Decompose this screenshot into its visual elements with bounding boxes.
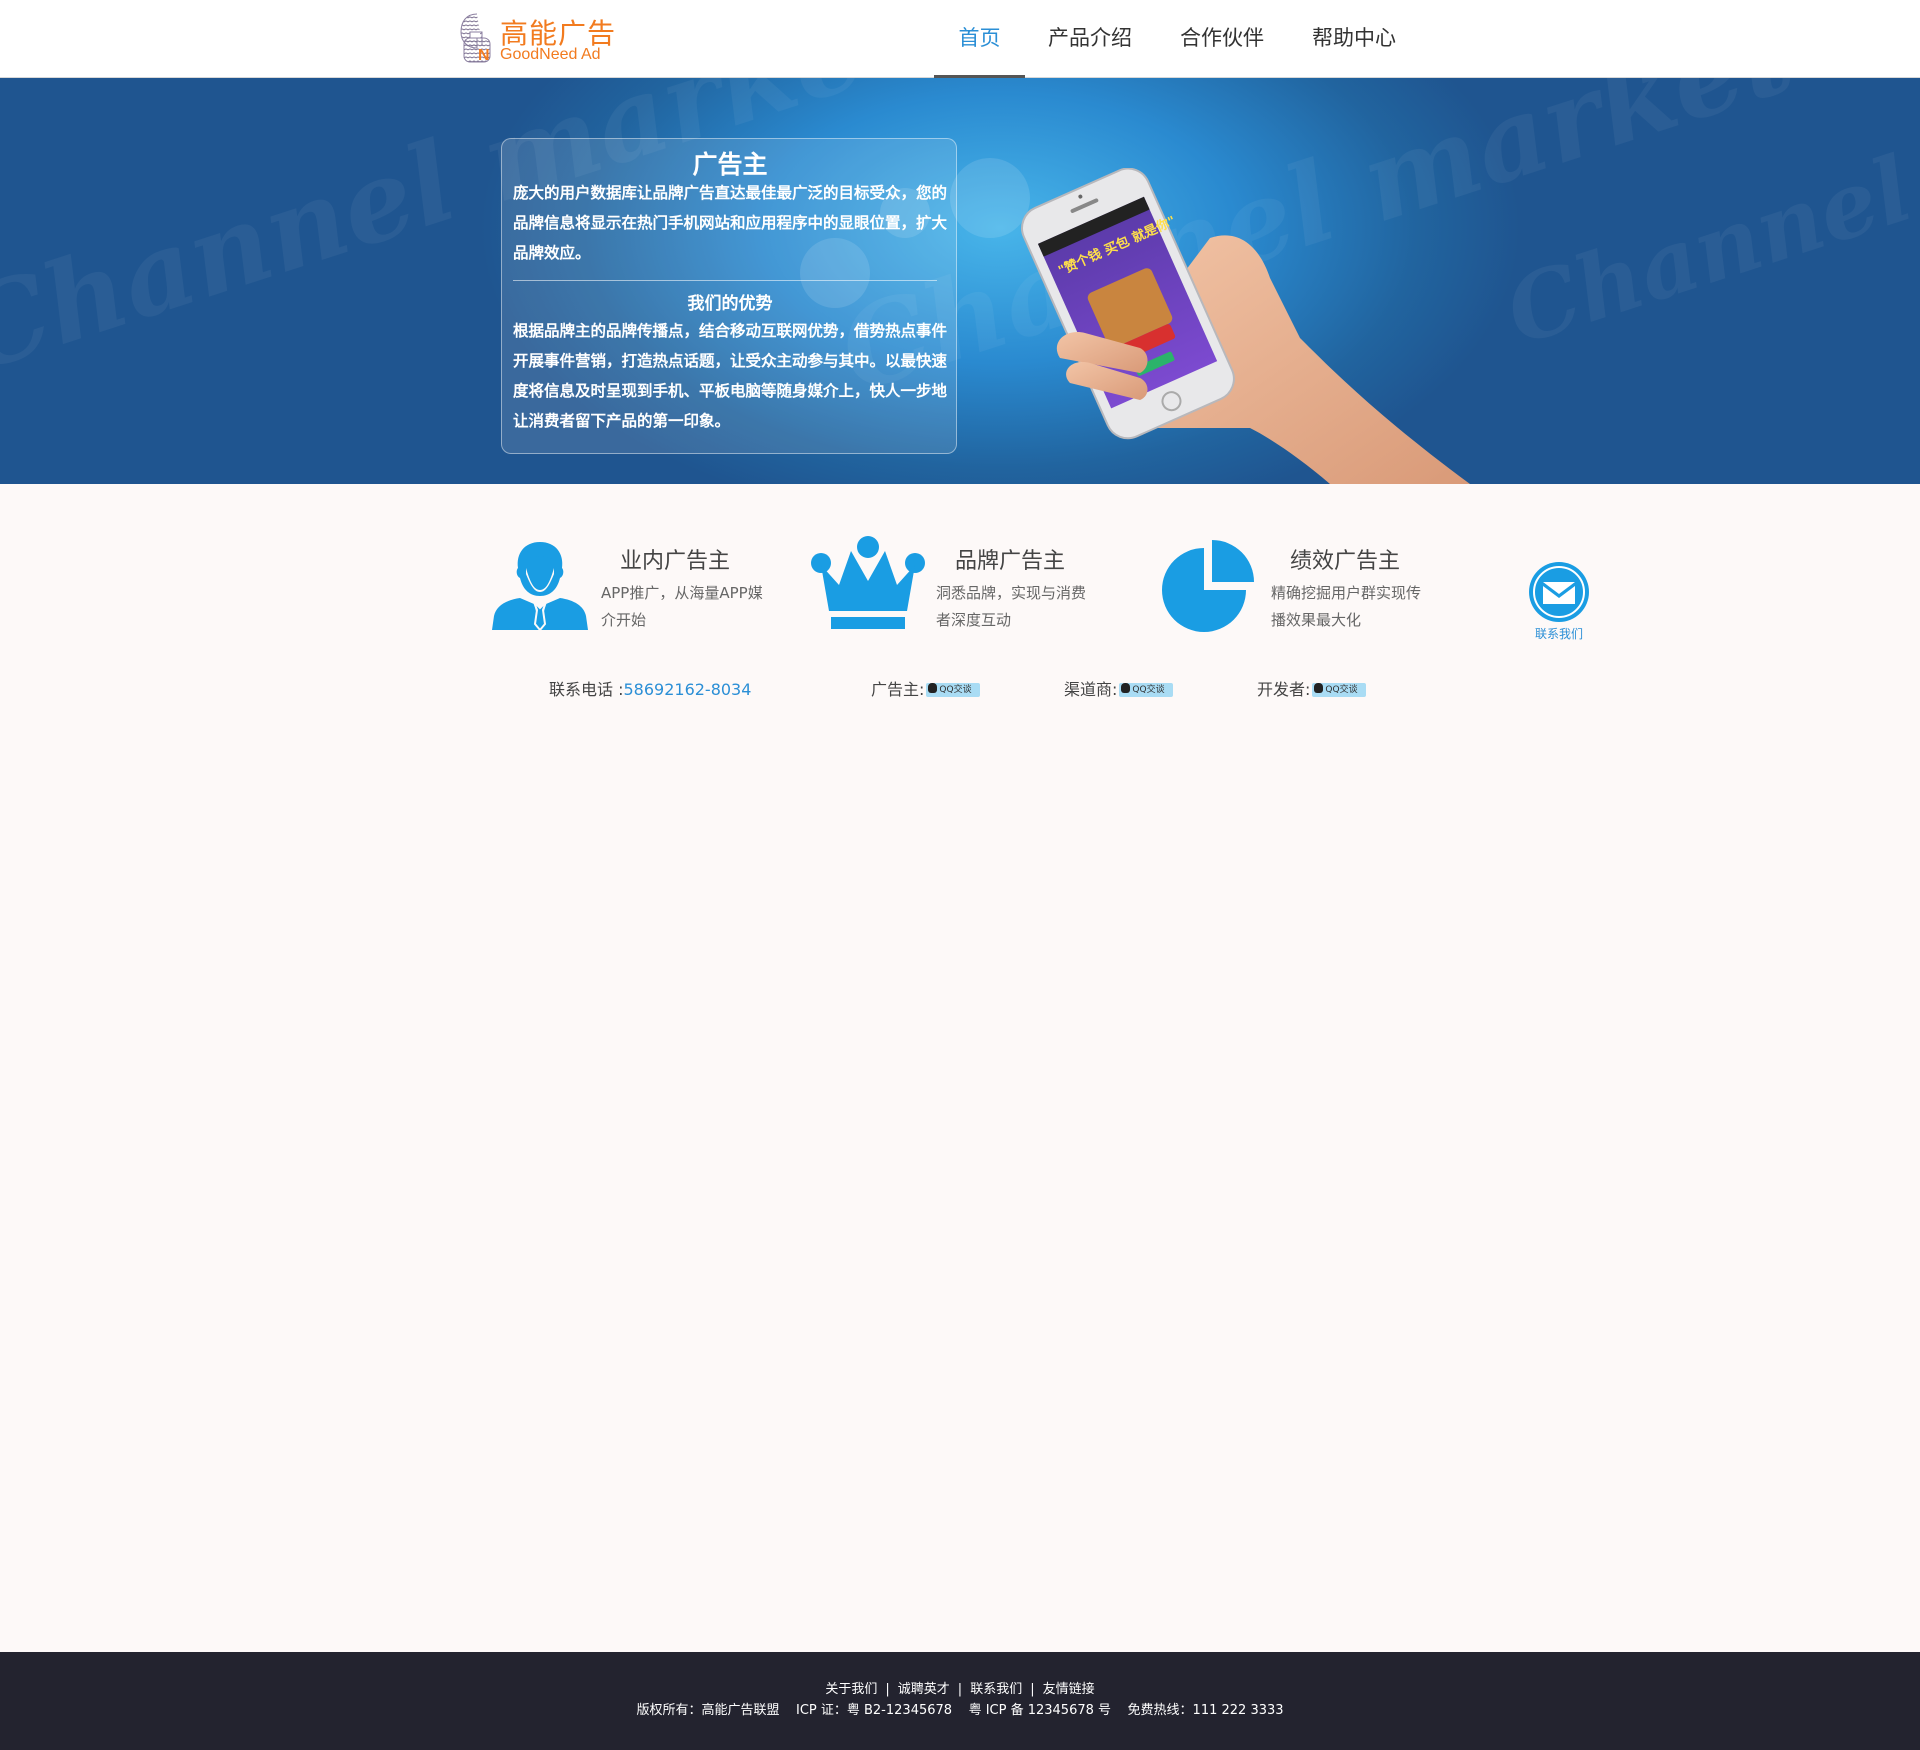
footer-copyright: 版权所有：高能广告联盟 ICP 证：粤 B2-12345678 粤 ICP 备 … xyxy=(636,1703,1284,1718)
feature-industry-title: 业内广告主 xyxy=(620,549,731,574)
feature-brand-desc: 洞悉品牌，实现与消费者深度互动 xyxy=(936,584,1087,629)
feature-industry xyxy=(490,538,590,632)
feature-brand xyxy=(809,535,927,631)
footer-link-about[interactable]: 关于我们 xyxy=(825,1682,877,1697)
qq-penguin-icon xyxy=(928,683,938,693)
feature-industry-desc: APP推广，从海量APP媒介开始 xyxy=(601,584,763,629)
nav-help[interactable]: 帮助中心 xyxy=(1304,0,1404,77)
advertiser-qq-button[interactable]: QQ交谈 xyxy=(926,682,981,697)
phone-number[interactable]: 58692162-8034 xyxy=(623,680,751,699)
businessman-icon xyxy=(492,542,588,632)
developer-qq: 开发者: QQ交谈 xyxy=(1257,676,1367,700)
advertiser-qq: 广告主: QQ交谈 xyxy=(871,676,981,700)
contact-us-button[interactable]: 联系我们 xyxy=(1527,560,1591,642)
qq-penguin-icon xyxy=(1314,683,1324,693)
footer-link-careers[interactable]: 诚聘英才 xyxy=(898,1682,950,1697)
advertiser-info-box: 广告主 庞大的用户数据库让品牌广告直达最佳最广泛的目标受众，您的品牌信息将显示在… xyxy=(501,138,957,454)
logo[interactable]: N 高能广告 GoodNeed Ad xyxy=(460,12,620,66)
channel-qq-button[interactable]: QQ交谈 xyxy=(1119,682,1174,697)
qq-penguin-icon xyxy=(1121,683,1131,693)
nav-home[interactable]: 首页 xyxy=(934,0,1025,78)
footer-links: 关于我们 | 诚聘英才 | 联系我们 | 友情链接 xyxy=(825,1682,1095,1697)
info-title: 广告主 xyxy=(692,150,768,179)
crown-icon xyxy=(811,536,925,629)
phone-in-hand-illustration: "赞个钱 买包 就是你" xyxy=(1021,168,1470,484)
phone-label: 联系电话 : xyxy=(549,680,624,699)
site-header: N 高能广告 GoodNeed Ad 首页 产品介绍 合作伙伴 帮助中心 xyxy=(0,0,1920,78)
nav-partners[interactable]: 合作伙伴 xyxy=(1172,0,1272,77)
svg-text:N: N xyxy=(478,47,490,64)
feature-brand-title: 品牌广告主 xyxy=(955,549,1066,574)
channel-qq: 渠道商: QQ交谈 xyxy=(1064,676,1174,700)
info-paragraph-1: 庞大的用户数据库让品牌广告直达最佳最广泛的目标受众，您的品牌信息将显示在热门手机… xyxy=(513,184,948,262)
logo-text-en: GoodNeed Ad xyxy=(500,46,601,63)
hero-banner: Channel market Channel market Channel "赞… xyxy=(0,78,1920,484)
pie-chart-icon xyxy=(1162,540,1254,632)
envelope-icon xyxy=(1529,562,1589,622)
developer-label: 开发者: xyxy=(1257,680,1311,699)
phone-contact: 联系电话 :58692162-8034 xyxy=(549,676,751,700)
logo-mark-icon: N xyxy=(460,13,491,64)
info-paragraph-2: 根据品牌主的品牌传播点，结合移动互联网优势，借势热点事件开展事件营销，打造热点话… xyxy=(513,322,948,430)
advertiser-label: 广告主: xyxy=(871,680,925,699)
nav-products[interactable]: 产品介绍 xyxy=(1040,0,1140,77)
info-divider xyxy=(513,280,937,281)
contact-us-label: 联系我们 xyxy=(1534,627,1583,641)
footer-link-contact[interactable]: 联系我们 xyxy=(970,1682,1022,1697)
footer-link-friends[interactable]: 友情链接 xyxy=(1043,1682,1095,1697)
feature-performance-title: 绩效广告主 xyxy=(1290,549,1401,574)
feature-performance-desc: 精确挖掘用户群实现传播效果最大化 xyxy=(1271,584,1422,629)
channel-label: 渠道商: xyxy=(1064,680,1118,699)
feature-performance xyxy=(1162,538,1256,632)
info-subtitle: 我们的优势 xyxy=(687,294,773,314)
developer-qq-button[interactable]: QQ交谈 xyxy=(1312,682,1367,697)
site-footer: 关于我们 | 诚聘英才 | 联系我们 | 友情链接 版权所有：高能广告联盟 ICP 证：粤 … xyxy=(0,1652,1920,1750)
